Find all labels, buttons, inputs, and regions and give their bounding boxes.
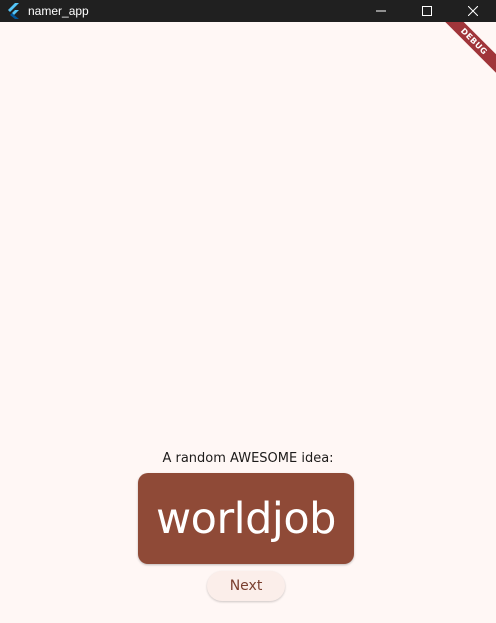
maximize-icon — [422, 6, 432, 16]
title-bar[interactable]: namer_app — [0, 0, 496, 22]
word-pair-card: worldjob — [138, 473, 354, 564]
intro-text: A random AWESOME idea: — [162, 451, 334, 466]
minimize-icon — [376, 10, 386, 12]
flutter-logo-icon — [6, 3, 22, 19]
close-button[interactable] — [450, 0, 496, 22]
word-pair-text: worldjob — [156, 493, 336, 544]
close-icon — [468, 6, 478, 16]
app-window: namer_app DEBUG A random AWESOME idea: w… — [0, 0, 496, 623]
window-title: namer_app — [28, 4, 89, 18]
main-content: A random AWESOME idea: worldjob Next — [0, 22, 496, 623]
next-button[interactable]: Next — [207, 571, 285, 601]
maximize-button[interactable] — [404, 0, 450, 22]
window-controls — [358, 0, 496, 22]
minimize-button[interactable] — [358, 0, 404, 22]
